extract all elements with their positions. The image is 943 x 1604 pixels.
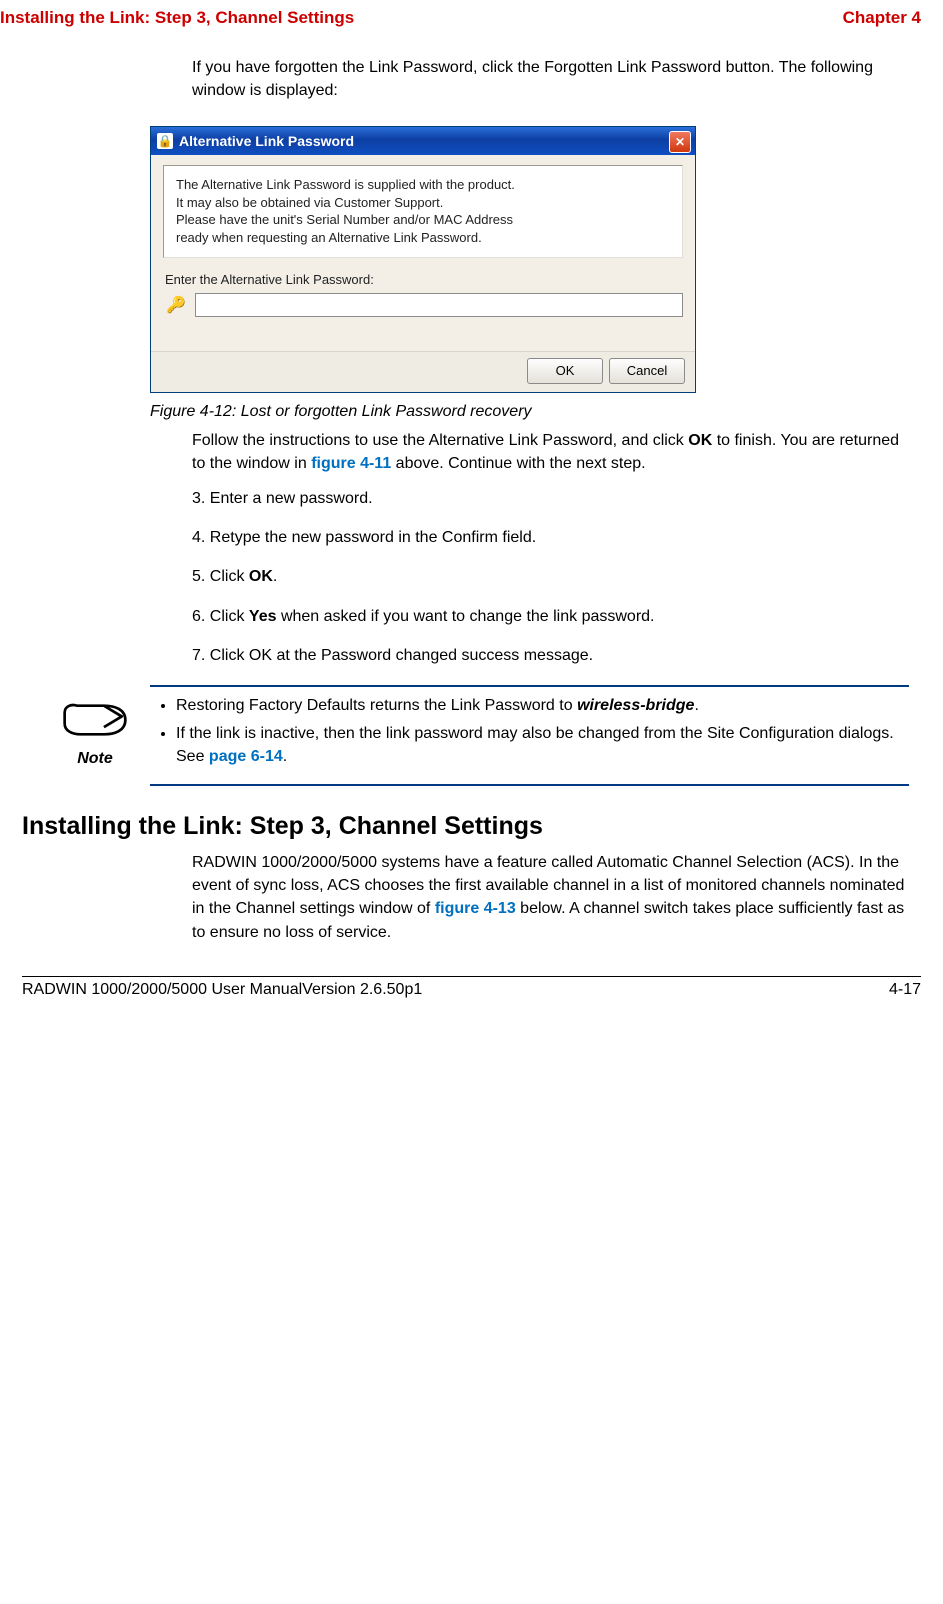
info-line-4: ready when requesting an Alternative Lin… — [176, 229, 670, 247]
prompt-label: Enter the Alternative Link Password: — [165, 272, 683, 287]
step-4: 4. Retype the new password in the Confir… — [192, 526, 911, 549]
page-header: Installing the Link: Step 3, Channel Set… — [0, 0, 943, 32]
alt-password-input[interactable] — [195, 293, 683, 317]
step5-ok: OK — [249, 568, 273, 585]
close-icon: ✕ — [675, 135, 685, 149]
note-block: Note Restoring Factory Defaults returns … — [22, 685, 921, 786]
close-button[interactable]: ✕ — [669, 131, 691, 153]
note-label: Note — [40, 750, 150, 768]
step6-yes: Yes — [249, 608, 277, 625]
note1-value: wireless-bridge — [577, 697, 694, 714]
note1-pre: Restoring Factory Defaults returns the L… — [176, 697, 577, 714]
header-right: Chapter 4 — [843, 8, 921, 28]
note-bullet-2: If the link is inactive, then the link p… — [176, 723, 905, 768]
step6-pre: 6. Click — [192, 608, 249, 625]
footer-left: RADWIN 1000/2000/5000 User ManualVersion… — [22, 981, 422, 999]
follow-pre: Follow the instructions to use the Alter… — [192, 432, 688, 449]
ok-button[interactable]: OK — [527, 358, 603, 384]
info-line-3: Please have the unit's Serial Number and… — [176, 211, 670, 229]
info-line-1: The Alternative Link Password is supplie… — [176, 176, 670, 194]
step-7: 7. Click OK at the Password changed succ… — [192, 644, 911, 667]
dialog-info-text: The Alternative Link Password is supplie… — [163, 165, 683, 257]
footer-rule — [22, 976, 921, 977]
page-footer: RADWIN 1000/2000/5000 User ManualVersion… — [0, 981, 943, 1009]
dialog-titlebar: 🔒 Alternative Link Password ✕ — [151, 127, 695, 155]
follow-post: above. Continue with the next step. — [391, 455, 645, 472]
dialog-title: Alternative Link Password — [179, 133, 354, 149]
step-5: 5. Click OK. — [192, 565, 911, 588]
step-6: 6. Click Yes when asked if you want to c… — [192, 605, 911, 628]
figure-screenshot: 🔒 Alternative Link Password ✕ The Altern… — [150, 126, 921, 392]
follow-paragraph: Follow the instructions to use the Alter… — [192, 429, 911, 475]
note-content: Restoring Factory Defaults returns the L… — [150, 685, 909, 786]
intro-paragraph: If you have forgotten the Link Password,… — [192, 56, 911, 102]
note1-post: . — [694, 697, 698, 714]
figure-4-13-ref[interactable]: figure 4-13 — [435, 900, 516, 917]
key-icon: 🔑 — [165, 294, 187, 316]
alt-link-password-dialog: 🔒 Alternative Link Password ✕ The Altern… — [150, 126, 696, 392]
footer-right: 4-17 — [889, 981, 921, 999]
section-heading: Installing the Link: Step 3, Channel Set… — [22, 812, 921, 841]
step6-post: when asked if you want to change the lin… — [277, 608, 655, 625]
step-3: 3. Enter a new password. — [192, 487, 911, 510]
step5-post: . — [273, 568, 277, 585]
cancel-button[interactable]: Cancel — [609, 358, 685, 384]
figure-4-11-ref[interactable]: figure 4-11 — [311, 455, 391, 472]
step5-pre: 5. Click — [192, 568, 249, 585]
page-6-14-ref[interactable]: page 6-14 — [209, 748, 283, 765]
info-line-2: It may also be obtained via Customer Sup… — [176, 194, 670, 212]
note2-post: . — [283, 748, 287, 765]
follow-ok: OK — [688, 432, 712, 449]
note-bullet-1: Restoring Factory Defaults returns the L… — [176, 695, 905, 717]
lock-icon: 🔒 — [157, 133, 173, 149]
header-left: Installing the Link: Step 3, Channel Set… — [0, 8, 354, 28]
pointing-hand-icon — [59, 695, 131, 745]
figure-caption: Figure 4-12: Lost or forgotten Link Pass… — [150, 403, 921, 421]
section-paragraph: RADWIN 1000/2000/5000 systems have a fea… — [192, 851, 911, 944]
